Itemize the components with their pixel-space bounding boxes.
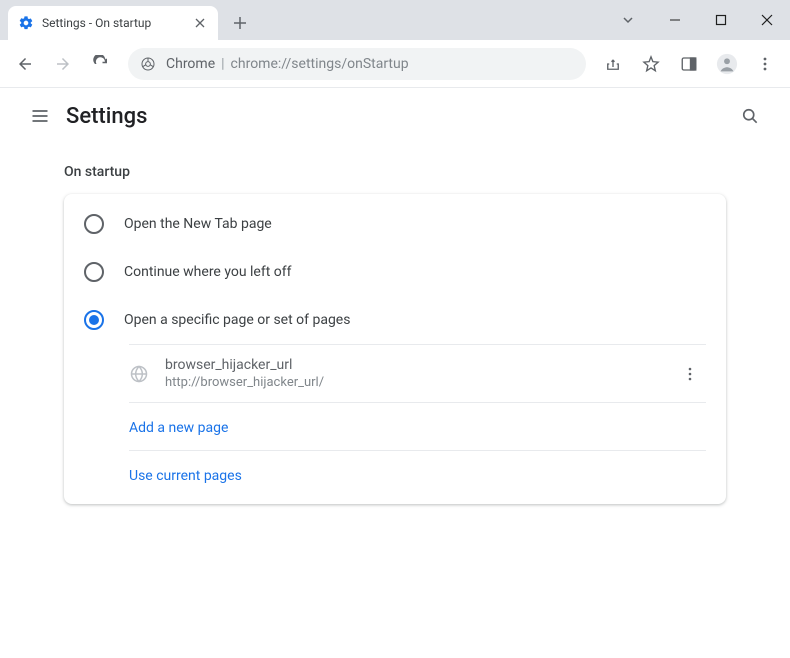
bookmark-icon[interactable] (634, 47, 668, 81)
profile-icon[interactable] (710, 47, 744, 81)
new-tab-button[interactable] (226, 9, 254, 37)
startup-page-name: browser_hijacker_url (165, 357, 658, 373)
radio-label: Continue where you left off (124, 264, 292, 280)
menu-icon[interactable] (20, 96, 60, 136)
share-icon[interactable] (596, 47, 630, 81)
chrome-menu-icon[interactable] (748, 47, 782, 81)
radio-label: Open the New Tab page (124, 216, 272, 232)
option-continue[interactable]: Continue where you left off (64, 248, 726, 296)
radio-icon (84, 310, 104, 330)
page-title: Settings (66, 104, 147, 129)
use-current-pages-row: Use current pages (129, 450, 706, 498)
more-actions-icon[interactable] (674, 358, 706, 390)
omnibox-separator: | (221, 56, 224, 72)
use-current-pages-link[interactable]: Use current pages (129, 468, 242, 484)
gear-icon (18, 15, 34, 31)
side-panel-icon[interactable] (672, 47, 706, 81)
forward-button[interactable] (46, 47, 80, 81)
omnibox-url: chrome://settings/onStartup (231, 56, 409, 72)
add-new-page-link[interactable]: Add a new page (129, 420, 228, 436)
window-titlebar: Settings - On startup (0, 0, 790, 40)
option-specific-pages[interactable]: Open a specific page or set of pages (64, 296, 726, 344)
maximize-button[interactable] (698, 0, 744, 40)
browser-tab[interactable]: Settings - On startup (8, 6, 218, 40)
tab-search-icon[interactable] (612, 4, 644, 36)
address-bar: Chrome | chrome://settings/onStartup (0, 40, 790, 88)
close-window-button[interactable] (744, 0, 790, 40)
section-title: On startup (64, 164, 726, 180)
add-new-page-row: Add a new page (129, 402, 706, 450)
startup-page-url: http://browser_hijacker_url/ (165, 375, 658, 390)
omnibox[interactable]: Chrome | chrome://settings/onStartup (128, 48, 586, 80)
radio-label: Open a specific page or set of pages (124, 312, 350, 328)
globe-icon (129, 364, 149, 384)
startup-page-row: browser_hijacker_url http://browser_hija… (129, 345, 706, 402)
omnibox-chip: Chrome (166, 56, 215, 72)
option-new-tab[interactable]: Open the New Tab page (64, 200, 726, 248)
chrome-icon (140, 56, 156, 72)
reload-button[interactable] (84, 47, 118, 81)
back-button[interactable] (8, 47, 42, 81)
radio-icon (84, 214, 104, 234)
settings-content: On startup Open the New Tab page Continu… (0, 144, 790, 504)
close-tab-icon[interactable] (192, 15, 208, 31)
search-icon[interactable] (730, 96, 770, 136)
settings-header: Settings (0, 88, 790, 144)
minimize-button[interactable] (652, 0, 698, 40)
startup-card: Open the New Tab page Continue where you… (64, 194, 726, 504)
radio-icon (84, 262, 104, 282)
tab-title: Settings - On startup (42, 16, 192, 30)
